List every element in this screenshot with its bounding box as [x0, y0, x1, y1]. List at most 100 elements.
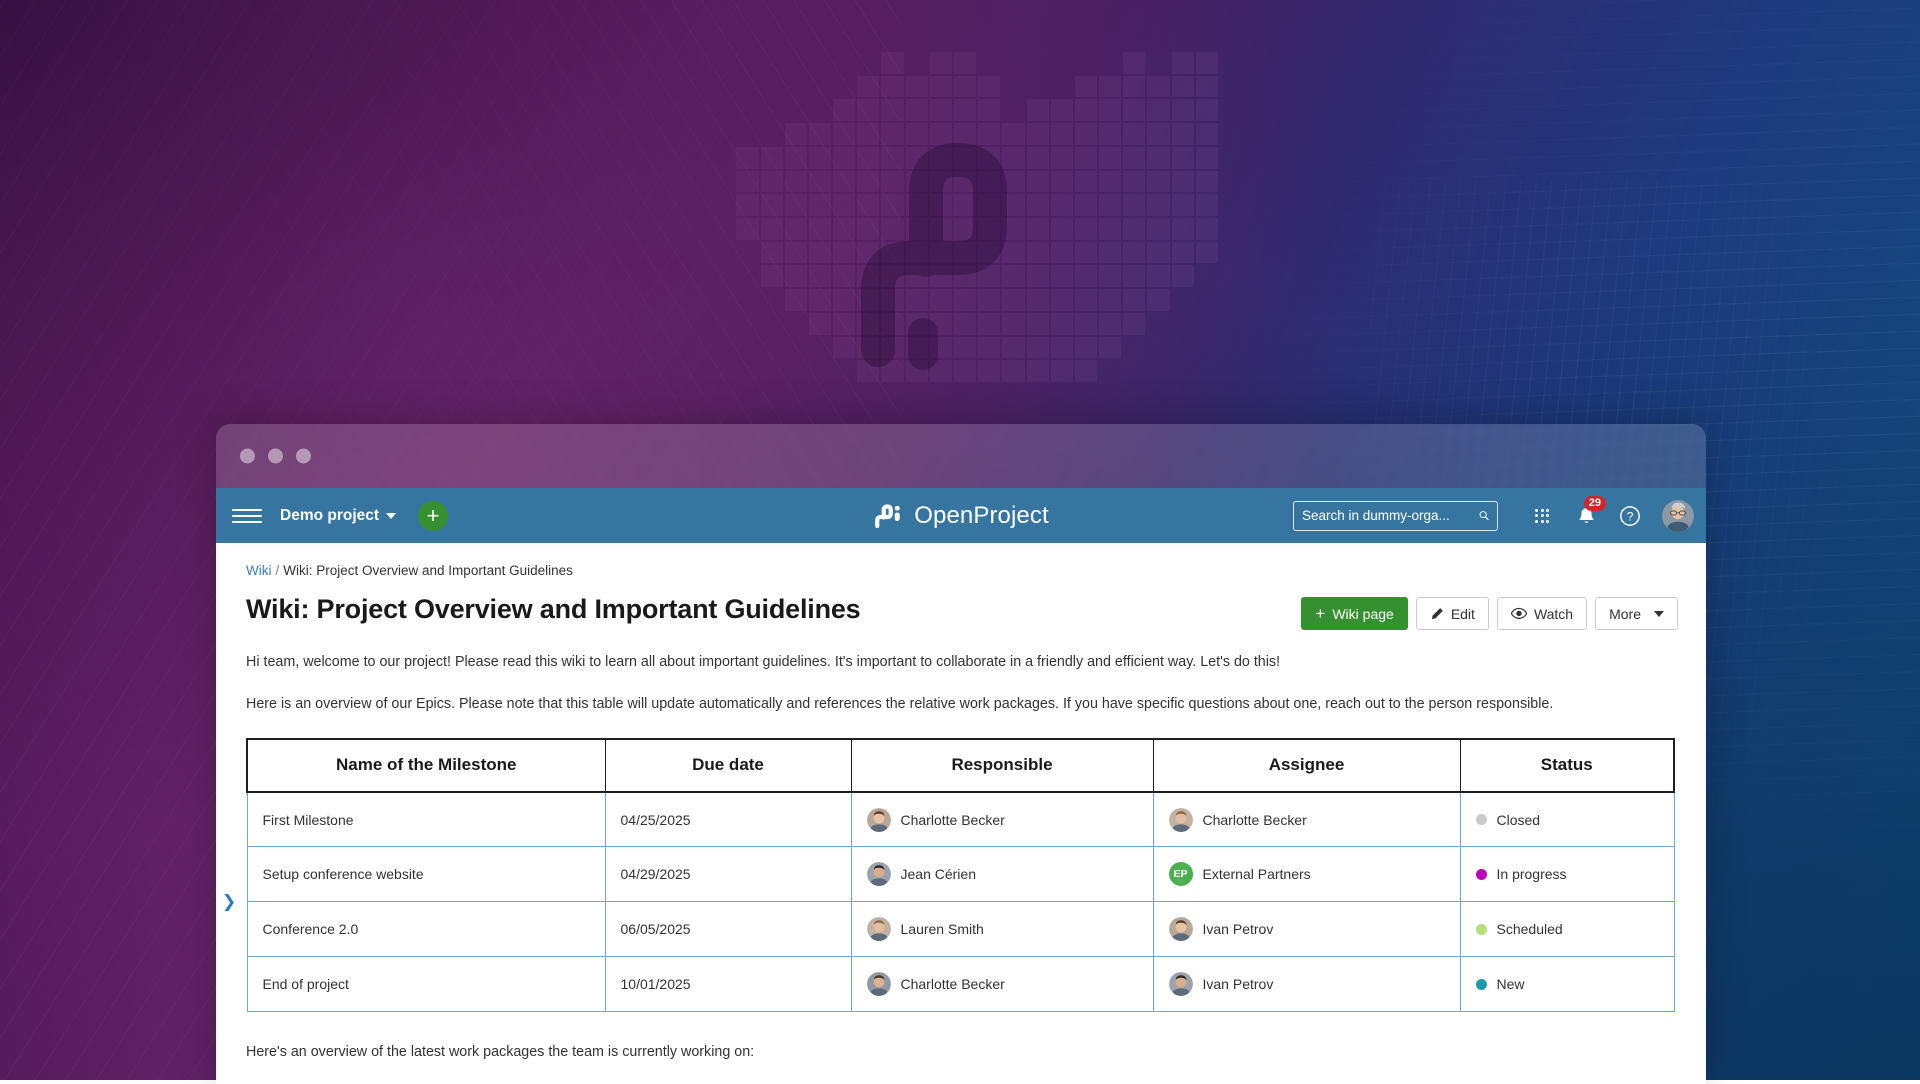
responsible-name: Jean Cérien	[901, 866, 977, 882]
avatar	[1169, 972, 1193, 996]
table-header: Name of the Milestone Due date Responsib…	[247, 739, 1674, 792]
table-row: Setup conference website04/29/2025Jean C…	[247, 847, 1674, 902]
top-right-actions: 29 ?	[1293, 494, 1706, 538]
watch-button[interactable]: Watch	[1497, 597, 1587, 630]
table-body: First Milestone04/25/2025 Charlotte Becke…	[247, 792, 1674, 1012]
edit-button[interactable]: Edit	[1416, 597, 1489, 630]
openproject-logo-mark-large	[838, 140, 1058, 370]
sidebar-toggle-handle[interactable]: ❯	[216, 543, 242, 1084]
cell-due-date: 10/01/2025	[605, 957, 851, 1012]
notification-count-badge: 29	[1584, 496, 1606, 512]
status-dot	[1476, 979, 1487, 990]
avatar-image	[1169, 917, 1193, 941]
responsible-name: Lauren Smith	[901, 921, 984, 937]
chevron-down-icon	[1654, 611, 1664, 617]
svg-text:?: ?	[1627, 509, 1634, 523]
status-label: In progress	[1497, 866, 1567, 882]
avatar	[1169, 917, 1193, 941]
avatar-image	[1169, 808, 1193, 832]
breadcrumb: Wiki /Wiki: Project Overview and Importan…	[246, 543, 1678, 578]
status-dot	[1476, 814, 1487, 825]
grid-apps-icon	[1535, 509, 1549, 523]
avatar	[867, 972, 891, 996]
table-row: End of project10/01/2025Charlotte Becker…	[247, 957, 1674, 1012]
cell-milestone-name: End of project	[247, 957, 605, 1012]
cell-milestone-name: Setup conference website	[247, 847, 605, 902]
main-column: Wiki/Wiki: Project Overview and Importan…	[242, 543, 1706, 1084]
window-minimize-dot[interactable]	[268, 449, 283, 464]
avatar-image	[1662, 500, 1694, 532]
avatar-image	[1169, 972, 1193, 996]
breadcrumb-current: Wiki: Project Overview and Important Gui…	[283, 563, 573, 578]
openproject-app: Demo project + OpenProject	[216, 488, 1706, 1084]
status-label: Closed	[1497, 812, 1541, 828]
notifications-button[interactable]: 29	[1564, 494, 1608, 538]
help-button[interactable]: ?	[1608, 494, 1652, 538]
table-header-row: Name of the Milestone Due date Responsib…	[247, 739, 1674, 792]
page-content: ❯ Wiki/Wiki: Project Overview and Import…	[216, 543, 1706, 1084]
cell-status: Closed	[1460, 792, 1674, 847]
window-controls[interactable]	[240, 449, 311, 464]
cell-milestone-name: First Milestone	[247, 792, 605, 847]
avatar-image	[867, 862, 891, 886]
project-selector[interactable]: Demo project	[280, 507, 396, 525]
page-actions-toolbar: + Wiki page Edit	[1301, 594, 1678, 630]
window-close-dot[interactable]	[240, 449, 255, 464]
avatar	[867, 862, 891, 886]
plus-icon: +	[1315, 605, 1325, 622]
browser-window: Demo project + OpenProject	[216, 424, 1706, 1084]
cell-responsible: Charlotte Becker	[851, 792, 1153, 847]
cell-responsible: Charlotte Becker	[851, 957, 1153, 1012]
responsible-name: Charlotte Becker	[901, 812, 1005, 828]
project-selector-label: Demo project	[280, 507, 379, 525]
window-maximize-dot[interactable]	[296, 449, 311, 464]
milestones-table: Name of the Milestone Due date Responsib…	[246, 738, 1675, 1013]
breadcrumb-separator: /	[276, 563, 280, 578]
cell-milestone-name: Conference 2.0	[247, 902, 605, 957]
edit-label: Edit	[1451, 606, 1475, 622]
avatar	[867, 808, 891, 832]
cell-assignee: Charlotte Becker	[1153, 792, 1460, 847]
chevron-right-icon[interactable]: ❯	[222, 893, 236, 910]
add-button[interactable]: +	[418, 501, 448, 531]
cell-assignee: Ivan Petrov	[1153, 902, 1460, 957]
watch-label: Watch	[1534, 606, 1573, 622]
chevron-down-icon	[386, 513, 396, 519]
status-dot	[1476, 924, 1487, 935]
work-packages-paragraph: Here's an overview of the latest work pa…	[246, 1042, 1678, 1063]
modules-button[interactable]	[1520, 494, 1564, 538]
plus-icon: +	[427, 505, 440, 527]
more-button[interactable]: More	[1595, 597, 1678, 630]
cell-due-date: 04/25/2025	[605, 792, 851, 847]
column-header-responsible: Responsible	[851, 739, 1153, 792]
search-icon[interactable]	[1479, 508, 1489, 523]
intro-paragraph: Hi team, welcome to our project! Please …	[246, 652, 1678, 673]
column-header-assignee: Assignee	[1153, 739, 1460, 792]
add-wiki-page-button[interactable]: + Wiki page	[1301, 597, 1407, 630]
top-navigation-bar: Demo project + OpenProject	[216, 488, 1706, 543]
breadcrumb-link-wiki[interactable]: Wiki	[246, 563, 272, 578]
search-input[interactable]	[1302, 508, 1479, 523]
eye-icon	[1511, 607, 1527, 620]
page-title: Wiki: Project Overview and Important Gui…	[246, 594, 861, 625]
cell-status: Scheduled	[1460, 902, 1674, 957]
more-label: More	[1609, 606, 1641, 622]
cell-status: New	[1460, 957, 1674, 1012]
hamburger-icon[interactable]	[232, 501, 262, 531]
global-search[interactable]	[1293, 501, 1498, 531]
assignee-name: Ivan Petrov	[1203, 921, 1274, 937]
table-row: First Milestone04/25/2025 Charlotte Becke…	[247, 792, 1674, 847]
browser-titlebar	[216, 424, 1706, 488]
cell-responsible: Lauren Smith	[851, 902, 1153, 957]
add-wiki-page-label: Wiki page	[1332, 606, 1393, 622]
cell-responsible: Jean Cérien	[851, 847, 1153, 902]
openproject-logo[interactable]: OpenProject	[873, 502, 1049, 530]
table-row: Conference 2.006/05/2025 Lauren Smith Ivan…	[247, 902, 1674, 957]
openproject-logo-mark	[873, 503, 903, 529]
assignee-name: Charlotte Becker	[1203, 812, 1307, 828]
cell-assignee: Ivan Petrov	[1153, 957, 1460, 1012]
user-avatar[interactable]	[1662, 500, 1694, 532]
assignee-name: Ivan Petrov	[1203, 976, 1274, 992]
question-mark-icon: ?	[1619, 505, 1641, 527]
cell-due-date: 06/05/2025	[605, 902, 851, 957]
